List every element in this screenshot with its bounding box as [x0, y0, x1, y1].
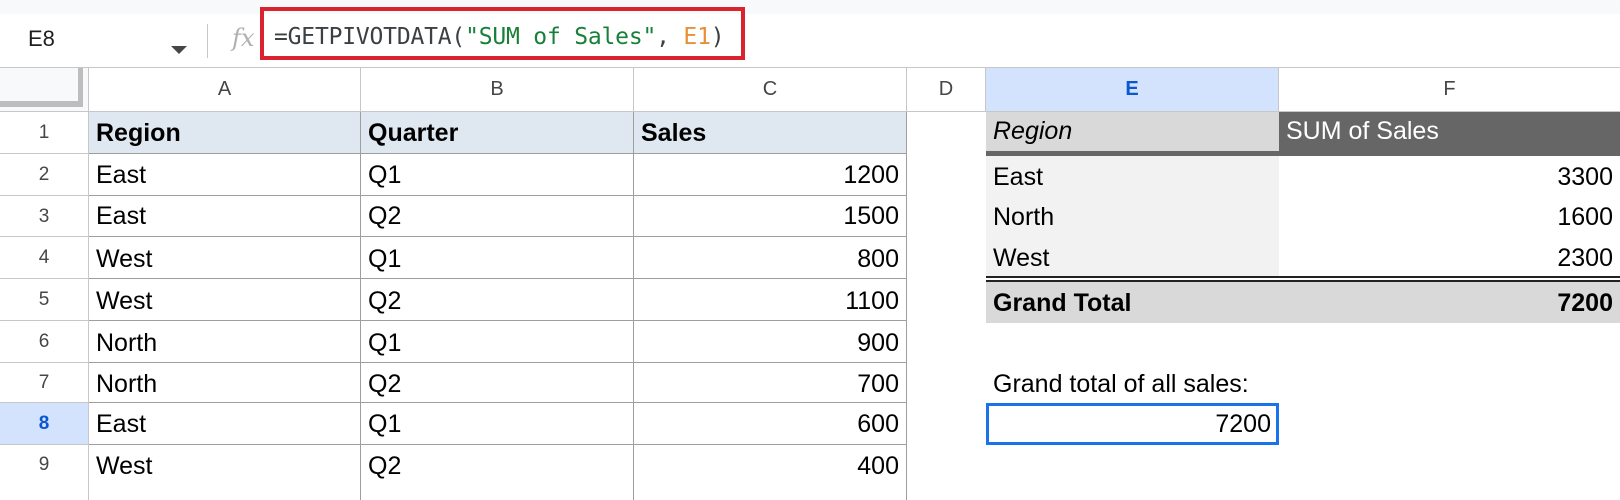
row-header-9[interactable]: 9 — [0, 445, 89, 500]
table-cell[interactable]: Q1 — [361, 237, 634, 279]
table-cell[interactable]: West — [89, 279, 361, 321]
formula-bar-divider — [207, 24, 208, 58]
row-header-5[interactable]: 5 — [0, 279, 89, 321]
table-cell[interactable]: 400 — [634, 445, 907, 500]
pivot-row-value[interactable]: 3300 — [1279, 156, 1620, 196]
pivot-value-header[interactable]: SUM of Sales — [1279, 112, 1620, 151]
row-header-7[interactable]: 7 — [0, 363, 89, 403]
table-cell[interactable]: 600 — [634, 403, 907, 445]
pivot-row-label[interactable]: North — [986, 196, 1279, 237]
table-cell[interactable]: Q2 — [361, 363, 634, 403]
pivot-row-label[interactable]: West — [986, 237, 1279, 276]
table-cell[interactable]: West — [89, 445, 361, 500]
row-header-1[interactable]: 1 — [0, 112, 89, 154]
column-header-a[interactable]: A — [89, 68, 361, 112]
column-header-f[interactable]: F — [1279, 68, 1620, 112]
table-cell[interactable]: 900 — [634, 321, 907, 363]
top-strip — [0, 0, 1620, 14]
column-header-b[interactable]: B — [361, 68, 634, 112]
grand-total-note[interactable]: Grand total of all sales: — [993, 364, 1249, 404]
source-header-sales[interactable]: Sales — [634, 112, 907, 154]
table-cell[interactable]: 700 — [634, 363, 907, 403]
pivot-row-value[interactable]: 1600 — [1279, 196, 1620, 237]
table-cell[interactable]: East — [89, 196, 361, 237]
pivot-grand-total-value[interactable]: 7200 — [1279, 282, 1620, 323]
column-header-c[interactable]: C — [634, 68, 907, 112]
formula-bar: E8 fx =GETPIVOTDATA("SUM of Sales", E1) — [0, 14, 1620, 68]
row-header-3[interactable]: 3 — [0, 196, 89, 237]
pivot-grand-total-label[interactable]: Grand Total — [986, 282, 1279, 323]
column-header-d[interactable]: D — [907, 68, 986, 112]
table-cell[interactable]: East — [89, 154, 361, 196]
name-box[interactable]: E8 — [28, 14, 55, 67]
table-cell[interactable]: Q2 — [361, 196, 634, 237]
table-cell[interactable]: West — [89, 237, 361, 279]
table-cell[interactable]: Q1 — [361, 321, 634, 363]
row-header-2[interactable]: 2 — [0, 154, 89, 196]
table-cell[interactable]: 1200 — [634, 154, 907, 196]
frozen-row-handle[interactable] — [0, 101, 81, 107]
pivot-row-header[interactable]: Region — [986, 112, 1279, 151]
table-cell[interactable]: North — [89, 363, 361, 403]
frozen-column-handle[interactable] — [78, 68, 83, 107]
table-cell[interactable]: 800 — [634, 237, 907, 279]
source-header-region[interactable]: Region — [89, 112, 361, 154]
pivot-row-value[interactable]: 2300 — [1279, 237, 1620, 276]
table-cell[interactable]: 1500 — [634, 196, 907, 237]
active-cell-e8[interactable]: 7200 — [986, 403, 1279, 445]
row-header-8[interactable]: 8 — [0, 403, 89, 445]
table-cell[interactable]: Q1 — [361, 154, 634, 196]
table-cell[interactable]: East — [89, 403, 361, 445]
table-cell[interactable]: 1100 — [634, 279, 907, 321]
source-header-quarter[interactable]: Quarter — [361, 112, 634, 154]
table-cell[interactable]: Q2 — [361, 445, 634, 500]
row-header-4[interactable]: 4 — [0, 237, 89, 279]
formula-highlight-box — [260, 7, 745, 60]
fx-icon: fx — [232, 24, 255, 52]
name-box-dropdown-icon[interactable] — [171, 46, 187, 54]
table-cell[interactable]: North — [89, 321, 361, 363]
column-header-e[interactable]: E — [986, 68, 1279, 112]
row-header-6[interactable]: 6 — [0, 321, 89, 363]
pivot-row-label[interactable]: East — [986, 156, 1279, 196]
table-cell[interactable]: Q2 — [361, 279, 634, 321]
table-cell[interactable]: Q1 — [361, 403, 634, 445]
pivot-total-divider-top — [986, 276, 1620, 278]
